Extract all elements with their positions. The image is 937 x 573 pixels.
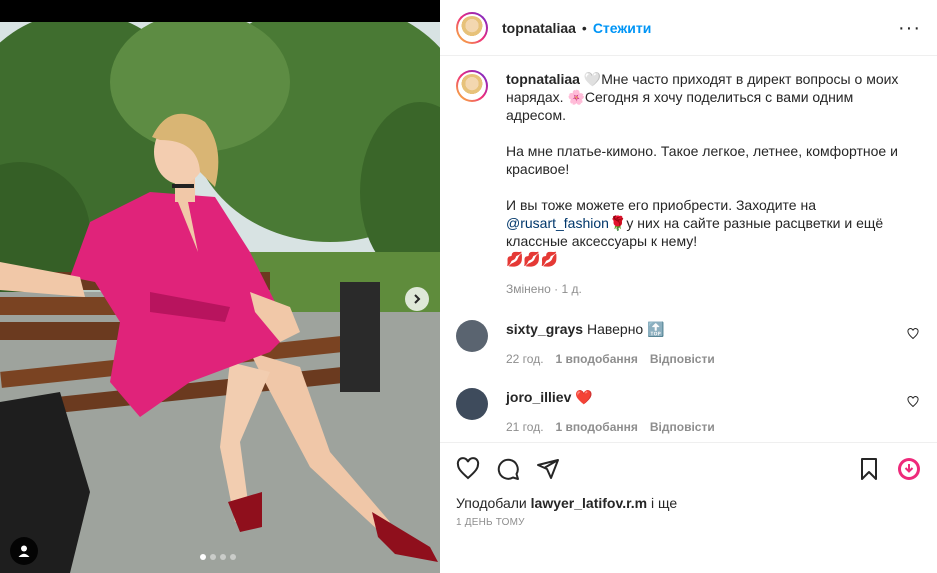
commenter-avatar[interactable] bbox=[456, 320, 488, 352]
carousel-dot bbox=[210, 554, 216, 560]
caption-emojis: 💋💋💋 bbox=[506, 251, 559, 267]
commenter-avatar[interactable] bbox=[456, 388, 488, 420]
liked-by: Уподобали lawyer_latifov.r.m і ще bbox=[440, 487, 937, 511]
comment-icon[interactable] bbox=[496, 457, 520, 481]
author-avatar[interactable] bbox=[456, 11, 488, 44]
comment-text: Наверно 🔝 bbox=[586, 321, 665, 337]
liked-by-user[interactable]: lawyer_latifov.r.m bbox=[531, 495, 647, 511]
reply-button[interactable]: Відповісти bbox=[650, 420, 715, 434]
comment-like-icon[interactable] bbox=[907, 396, 919, 408]
photo-illustration bbox=[0, 22, 440, 573]
save-circle-icon[interactable] bbox=[897, 457, 921, 481]
carousel-indicator bbox=[200, 554, 236, 560]
reply-button[interactable]: Відповісти bbox=[650, 352, 715, 366]
post-container: topnataliaa • Стежити ··· topnataliaa 🤍М… bbox=[0, 0, 937, 573]
mention-link[interactable]: @rusart_fashion bbox=[506, 215, 609, 231]
comment-time: 21 год. bbox=[506, 420, 544, 434]
post-header: topnataliaa • Стежити ··· bbox=[440, 0, 937, 56]
comment-text: ❤️ bbox=[575, 389, 593, 405]
edited-time: 1 д. bbox=[561, 282, 582, 296]
user-icon bbox=[18, 545, 30, 557]
edited-label: Змінено bbox=[506, 282, 551, 296]
post-media bbox=[0, 0, 440, 573]
chevron-right-icon bbox=[414, 294, 421, 304]
post-timestamp[interactable]: 1 ДЕНЬ ТОМУ bbox=[440, 511, 937, 528]
comments-section[interactable]: topnataliaa 🤍Мне часто приходят в директ… bbox=[440, 56, 937, 442]
caption-username[interactable]: topnataliaa bbox=[506, 71, 580, 87]
carousel-dot bbox=[200, 554, 206, 560]
comment-item: joro_illiev ❤️ 21 год. 1 вподобання Відп… bbox=[456, 388, 921, 434]
liked-by-suffix[interactable]: і ще bbox=[651, 495, 677, 511]
header-separator: • bbox=[581, 19, 587, 36]
more-options-icon[interactable]: ··· bbox=[898, 18, 921, 38]
caption: topnataliaa 🤍Мне часто приходят в директ… bbox=[456, 70, 921, 298]
comment-likes[interactable]: 1 вподобання bbox=[556, 352, 638, 366]
comment-item: sixty_grays Наверно 🔝 22 год. 1 вподобан… bbox=[456, 320, 921, 366]
commenter-username[interactable]: sixty_grays bbox=[506, 321, 583, 337]
author-username[interactable]: topnataliaa bbox=[502, 20, 576, 36]
caption-text-3: И вы тоже можете его приобрести. Заходит… bbox=[506, 197, 816, 213]
carousel-dot bbox=[230, 554, 236, 560]
share-icon[interactable] bbox=[536, 457, 560, 481]
comment-time: 22 год. bbox=[506, 352, 544, 366]
comment-likes[interactable]: 1 вподобання bbox=[556, 420, 638, 434]
next-slide-button[interactable] bbox=[405, 287, 429, 311]
comment-like-icon[interactable] bbox=[907, 328, 919, 340]
post-photo[interactable] bbox=[0, 22, 440, 573]
post-side-panel: topnataliaa • Стежити ··· topnataliaa 🤍М… bbox=[440, 0, 937, 573]
liked-by-prefix: Уподобали bbox=[456, 495, 527, 511]
follow-button[interactable]: Стежити bbox=[593, 20, 652, 36]
actions-bar: Уподобали lawyer_latifov.r.m і ще 1 ДЕНЬ… bbox=[440, 442, 937, 528]
commenter-username[interactable]: joro_illiev bbox=[506, 389, 571, 405]
tagged-users-button[interactable] bbox=[10, 537, 38, 565]
carousel-dot bbox=[220, 554, 226, 560]
caption-avatar[interactable] bbox=[456, 70, 488, 102]
caption-text-2: На мне платье-кимоно. Такое легкое, летн… bbox=[506, 143, 898, 177]
bookmark-icon[interactable] bbox=[857, 457, 881, 481]
like-icon[interactable] bbox=[456, 457, 480, 481]
